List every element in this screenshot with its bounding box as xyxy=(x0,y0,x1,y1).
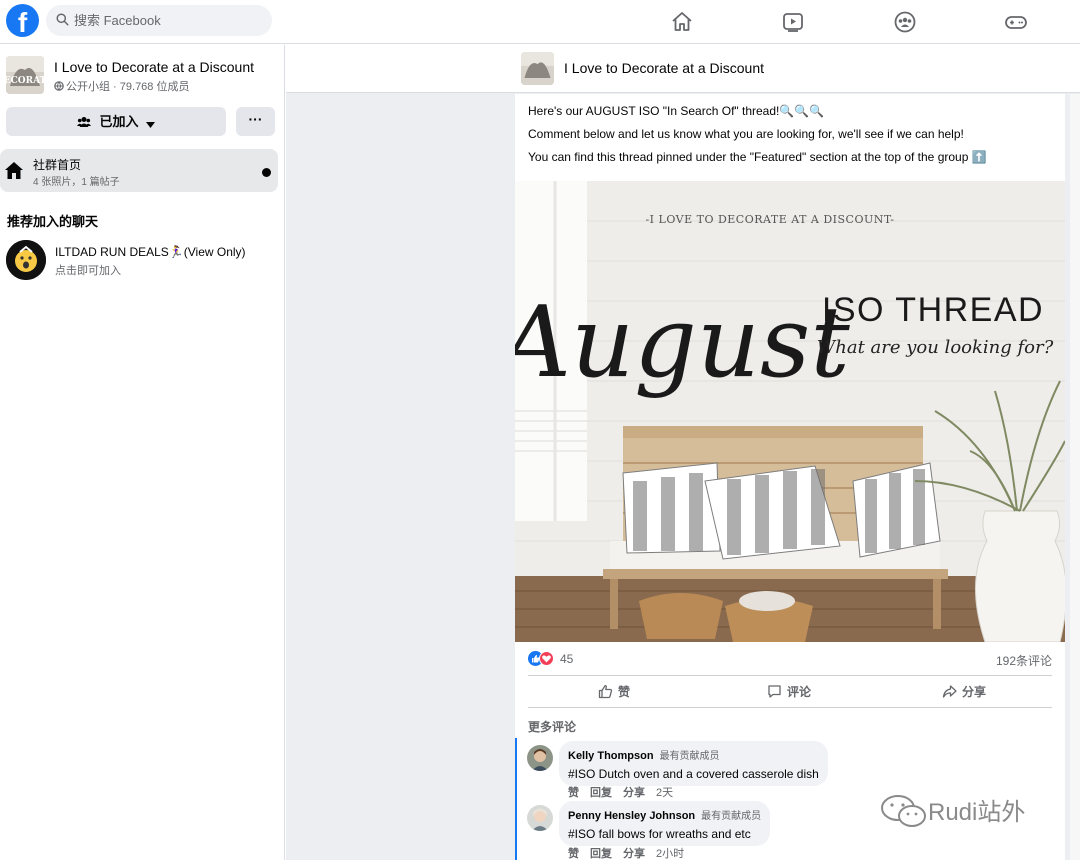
comment-actions: 赞回复 分享 2小时 xyxy=(568,845,695,860)
group-title[interactable]: I Love to Decorate at a Discount xyxy=(564,60,764,76)
svg-text:ECORAT: ECORAT xyxy=(6,76,44,86)
share-label: 分享 xyxy=(962,685,987,699)
contributor-badge: 最有贡献成员 xyxy=(659,751,720,762)
sidebar-item-community-home[interactable]: 社群首页 4 张照片，1 篇帖子 xyxy=(0,149,278,192)
comment-timestamp[interactable]: 2天 xyxy=(656,787,673,799)
gaming-icon[interactable] xyxy=(1004,10,1028,34)
home-filled-icon xyxy=(5,162,23,179)
group-meta-text: 公开小组 · 79.768 位成员 xyxy=(66,81,190,93)
post-image[interactable]: -I LOVE TO DECORATE AT A DISCOUNT- Augus… xyxy=(515,181,1065,642)
comment-share-button[interactable]: 分享 xyxy=(623,848,645,860)
groups-icon[interactable] xyxy=(893,10,917,34)
comment-button[interactable]: 评论 xyxy=(767,683,811,700)
sidebar-item-label: 社群首页 xyxy=(33,158,82,172)
post-actions: 赞 评论 分享 xyxy=(528,675,1052,708)
chat-join-hint: 点击即可加入 xyxy=(55,265,121,277)
group-sticky-header: I Love to Decorate at a Discount xyxy=(286,45,1080,93)
scrollbar-track[interactable] xyxy=(1070,94,1080,860)
contributor-badge: 最有贡献成员 xyxy=(701,811,762,822)
joined-label: 已加入 xyxy=(99,114,139,129)
watermark-text: Rudi站外 xyxy=(928,799,1026,826)
comment-share-button[interactable]: 分享 xyxy=(623,787,645,799)
unread-dot xyxy=(262,168,271,177)
group-thumbnail[interactable] xyxy=(521,52,554,85)
reaction-count: 45 xyxy=(560,652,574,666)
post-line: You can find this thread pinned under th… xyxy=(528,150,987,164)
commenter-avatar[interactable] xyxy=(527,745,553,771)
more-comments-link[interactable]: 更多评论 xyxy=(528,718,576,735)
comment-label: 评论 xyxy=(787,685,812,699)
post-line: Here's our AUGUST ISO "In Search Of" thr… xyxy=(528,104,825,118)
like-button[interactable]: 赞 xyxy=(598,683,630,700)
comment-author[interactable]: Penny Hensley Johnson xyxy=(568,810,695,822)
globe-icon xyxy=(54,81,64,91)
comment-icon xyxy=(768,685,781,698)
comment-item: Penny Hensley Johnson 最有贡献成员 #ISO fall bo… xyxy=(527,801,827,860)
comment-thread-line xyxy=(515,738,517,860)
facebook-logo[interactable]: f xyxy=(6,4,39,37)
comment-bubble: Kelly Thompson 最有贡献成员 #ISO Dutch oven and… xyxy=(559,741,828,786)
like-label: 赞 xyxy=(618,685,631,699)
more-options-button[interactable]: ··· xyxy=(236,107,275,136)
image-script-word: August xyxy=(515,286,850,400)
commenter-avatar[interactable] xyxy=(527,805,553,831)
comment-reply-button[interactable]: 回复 xyxy=(590,787,612,799)
recommended-chats-title: 推荐加入的聊天 xyxy=(7,214,99,229)
members-icon xyxy=(76,117,91,127)
chat-name: ILTDAD RUN DEALS🏃‍♀️(View Only) xyxy=(55,245,246,259)
comment-reply-button[interactable]: 回复 xyxy=(590,848,612,860)
comment-bubble: Penny Hensley Johnson 最有贡献成员 #ISO fall bo… xyxy=(559,801,771,846)
comment-text: #ISO Dutch oven and a covered casserole … xyxy=(568,767,819,781)
post-line: Comment below and let us know what you a… xyxy=(528,127,964,141)
comment-timestamp[interactable]: 2小时 xyxy=(656,848,684,860)
group-thumbnail[interactable]: ECORAT xyxy=(6,56,44,94)
share-button[interactable]: 分享 xyxy=(942,683,986,700)
home-icon[interactable] xyxy=(670,10,694,34)
thumbs-up-icon xyxy=(598,685,613,699)
image-headline: ISO THREAD xyxy=(822,291,1044,329)
comment-like-button[interactable]: 赞 xyxy=(568,848,579,860)
sidebar-item-sublabel: 4 张照片，1 篇帖子 xyxy=(33,177,120,188)
comment-text: #ISO fall bows for wreaths and etc xyxy=(568,827,751,841)
watch-icon[interactable] xyxy=(781,10,805,34)
chat-avatar xyxy=(6,240,46,280)
wechat-watermark: Rudi站外 xyxy=(880,792,1025,832)
search-input[interactable] xyxy=(74,5,264,36)
chat-item[interactable]: ILTDAD RUN DEALS🏃‍♀️(View Only) 点击即可加入 xyxy=(6,240,281,282)
top-bar: f xyxy=(0,0,1080,44)
caret-down-icon xyxy=(146,122,156,128)
comment-count[interactable]: 192条评论 xyxy=(996,652,1052,669)
joined-button[interactable]: 已加入 xyxy=(6,107,226,136)
group-meta: 公开小组 · 79.768 位成员 xyxy=(54,78,189,94)
post-card: Here's our AUGUST ISO "In Search Of" thr… xyxy=(515,94,1065,860)
love-reaction-icon xyxy=(539,651,554,666)
comment-like-button[interactable]: 赞 xyxy=(568,787,579,799)
share-icon xyxy=(942,685,957,698)
search-box[interactable] xyxy=(46,5,272,36)
image-header-text: -I LOVE TO DECORATE AT A DISCOUNT- xyxy=(645,213,894,226)
group-header[interactable]: ECORAT I Love to Decorate at a Discount … xyxy=(6,56,281,96)
comment-actions: 赞回复 分享 2天 xyxy=(568,784,684,800)
search-icon xyxy=(56,13,69,26)
comment-item: Kelly Thompson 最有贡献成员 #ISO Dutch oven and… xyxy=(527,741,828,803)
group-name[interactable]: I Love to Decorate at a Discount xyxy=(54,59,254,75)
left-sidebar: ECORAT I Love to Decorate at a Discount … xyxy=(0,45,285,860)
image-subline: What are you looking for? xyxy=(817,337,1054,358)
comment-author[interactable]: Kelly Thompson xyxy=(568,750,654,762)
wechat-icon xyxy=(881,795,926,827)
